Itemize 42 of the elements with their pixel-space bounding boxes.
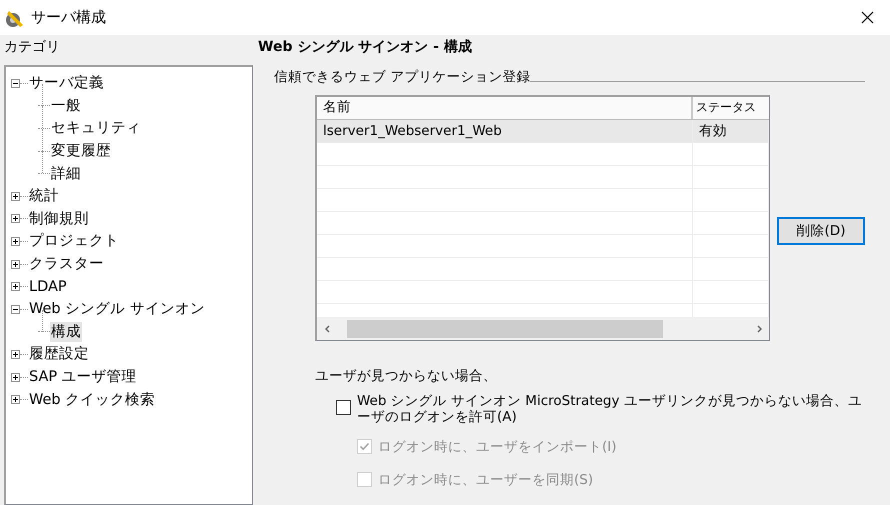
- checkbox-label: Web シングル サインオン MicroStrategy ユーザリンクが見つからない場合、ユーザのログオンを許可(A): [357, 393, 863, 425]
- table-row[interactable]: lserver1_Webserver1_Web 有効: [317, 120, 769, 143]
- tree-item[interactable]: クラスター: [28, 254, 105, 274]
- plus-icon[interactable]: [11, 236, 20, 246]
- column-header[interactable]: 名前: [317, 97, 694, 119]
- close-icon[interactable]: [861, 11, 874, 24]
- tree-item[interactable]: 制御規則: [28, 208, 90, 229]
- column-header[interactable]: ステータス: [693, 97, 769, 119]
- tree-item[interactable]: プロジェクト: [28, 231, 120, 252]
- plus-icon[interactable]: [11, 350, 20, 359]
- plus-icon[interactable]: [11, 395, 20, 404]
- minus-icon[interactable]: [11, 78, 20, 88]
- sidebar-label: カテゴリ: [4, 38, 61, 57]
- checkbox[interactable]: [336, 400, 351, 415]
- group-label: 信頼できるウェブ アプリケーション登録: [274, 68, 530, 86]
- tree-item[interactable]: 履歴設定: [28, 344, 90, 364]
- plus-icon[interactable]: [11, 192, 20, 201]
- tree-item[interactable]: セキュリティ: [50, 118, 142, 138]
- tree-item[interactable]: LDAP: [28, 276, 68, 297]
- window-title: サーバ構成: [31, 8, 106, 27]
- tree-item[interactable]: 構成: [50, 322, 82, 342]
- table-cell: 有効: [693, 120, 769, 142]
- plus-icon[interactable]: [11, 260, 20, 269]
- tree-item[interactable]: 一般: [50, 96, 82, 116]
- checkbox-label: ログオン時に、ユーザーを同期(S): [378, 471, 594, 490]
- tree-item[interactable]: SAP ユーザ管理: [28, 367, 138, 388]
- plus-icon[interactable]: [11, 214, 20, 224]
- table-cell: lserver1_Webserver1_Web: [317, 120, 694, 142]
- plus-icon[interactable]: [11, 372, 20, 382]
- tree-item[interactable]: Web クイック検索: [28, 390, 156, 410]
- plus-icon[interactable]: [11, 282, 20, 292]
- delete-button[interactable]: 削除(D): [777, 217, 865, 245]
- panel-heading: Web シングル サインオン - 構成: [258, 38, 473, 57]
- tree-item[interactable]: 統計: [28, 186, 60, 206]
- minus-icon[interactable]: [11, 304, 20, 314]
- horizontal-scrollbar[interactable]: [317, 317, 769, 340]
- tree-item[interactable]: サーバ定義: [28, 73, 105, 94]
- options-label: ユーザが見つからない場合、: [315, 367, 498, 386]
- tree-item[interactable]: 詳細: [50, 164, 82, 184]
- checkbox-label: ログオン時に、ユーザをインポート(I): [378, 438, 618, 457]
- tree-item[interactable]: Web シングル サインオン: [28, 299, 206, 320]
- tree-item[interactable]: 変更履歴: [50, 141, 112, 162]
